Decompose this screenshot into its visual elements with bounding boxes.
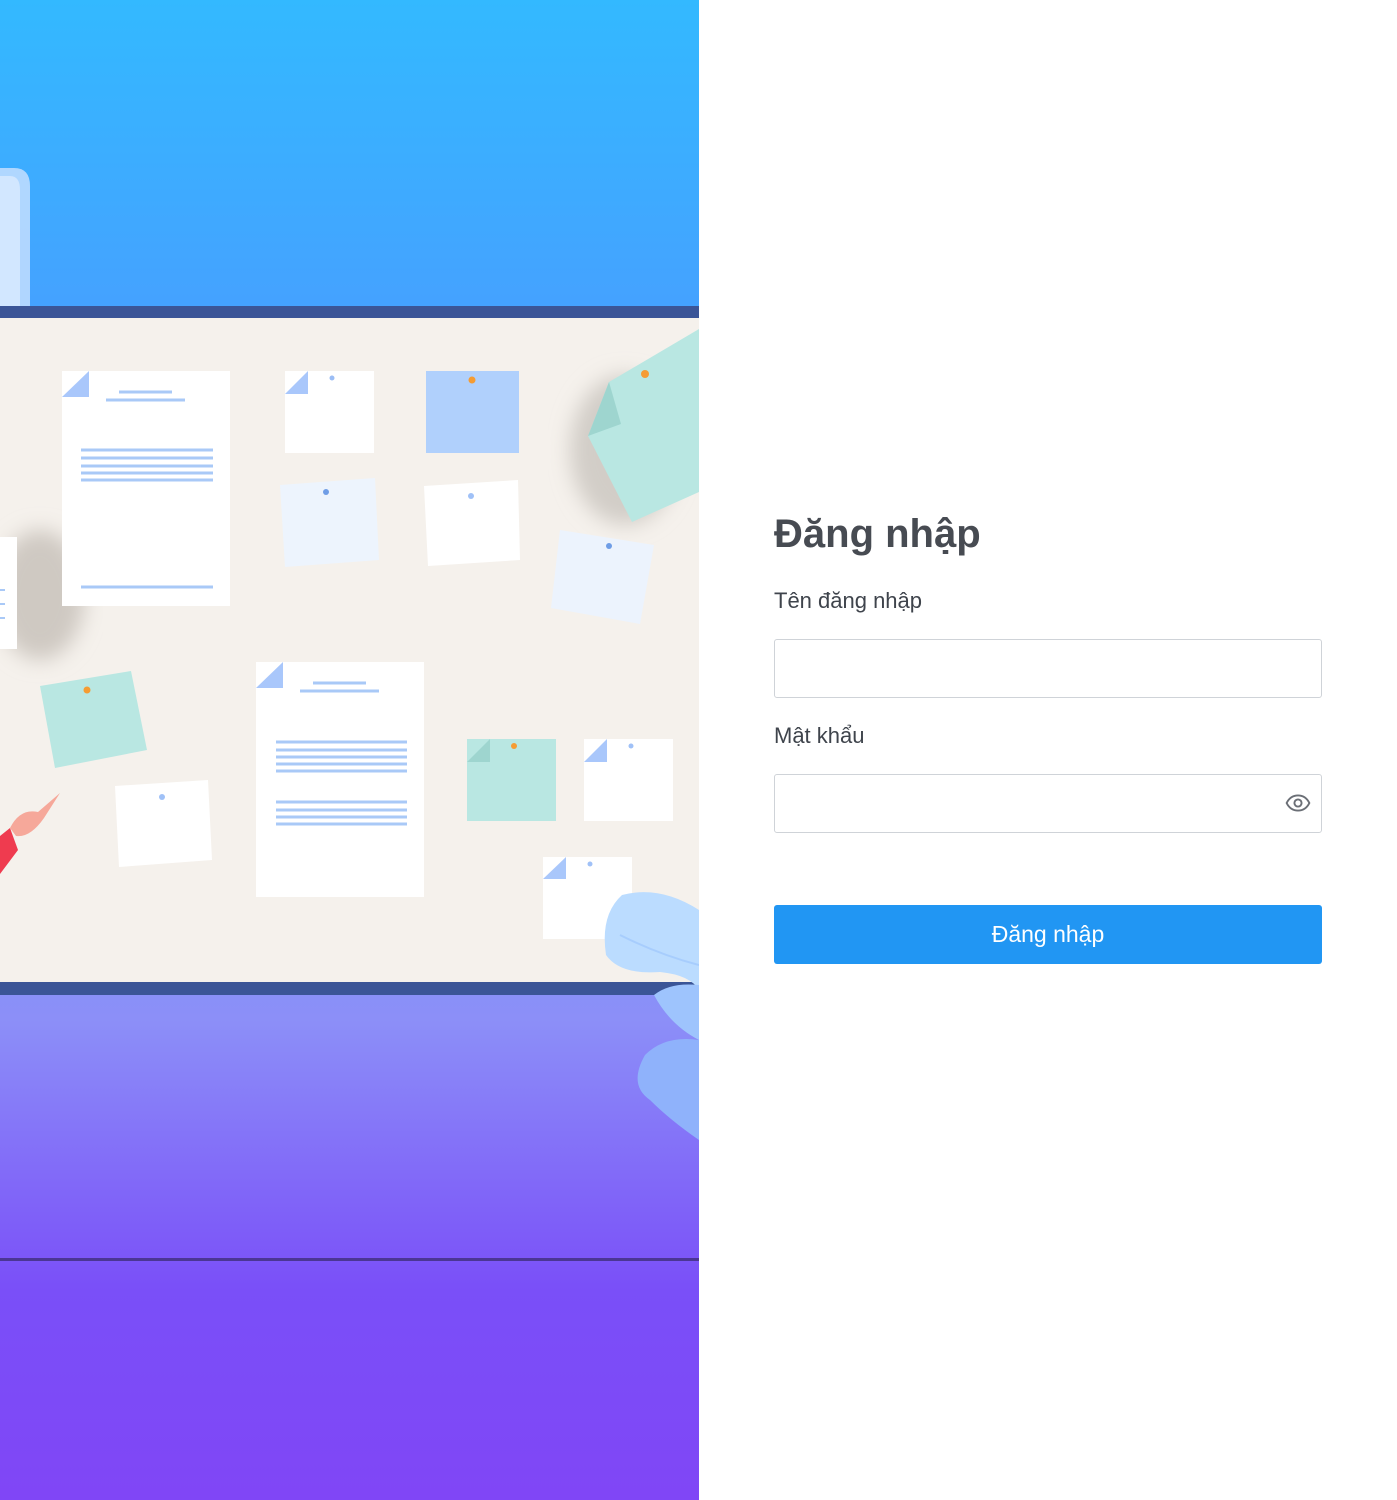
- plant-leaf-3: [637, 1039, 699, 1140]
- note-3: [280, 478, 379, 567]
- paper-edge: [0, 537, 17, 649]
- note-5: [551, 530, 654, 624]
- floor-line: [0, 1258, 699, 1261]
- note-7-pin: [83, 686, 91, 694]
- document-1: [62, 371, 230, 606]
- password-label: Mật khẩu: [774, 723, 865, 748]
- login-page: Đăng nhập Tên đăng nhập Mật khẩu Đăng nh…: [0, 0, 1397, 1500]
- login-form-panel: Đăng nhập Tên đăng nhập Mật khẩu Đăng nh…: [699, 0, 1397, 1500]
- board-bottom-frame: [0, 982, 699, 995]
- plant-leaf-2: [654, 984, 699, 1040]
- note-4-pin: [468, 493, 474, 499]
- board-top-frame: [0, 306, 699, 318]
- illustration-panel: [0, 0, 699, 1500]
- password-input[interactable]: [774, 774, 1322, 833]
- document-2: [256, 662, 424, 897]
- note-1-pin: [329, 375, 335, 381]
- eye-icon[interactable]: [1281, 787, 1315, 819]
- device-edge-inner: [0, 176, 20, 306]
- note-10-pin: [628, 743, 634, 749]
- bulletin-board-illustration: [0, 168, 699, 1261]
- note-8: [115, 780, 212, 867]
- note-9-pin: [511, 743, 517, 749]
- note-2-pin: [468, 376, 476, 384]
- note-3-pin: [323, 489, 329, 495]
- username-input[interactable]: [774, 639, 1322, 698]
- username-label: Tên đăng nhập: [774, 588, 923, 613]
- login-button[interactable]: Đăng nhập: [774, 905, 1322, 964]
- note-6-pin: [641, 370, 649, 378]
- page-title: Đăng nhập: [774, 512, 981, 556]
- note-8-pin: [159, 794, 165, 800]
- note-5-pin: [606, 543, 612, 549]
- note-11-pin: [587, 861, 593, 867]
- note-4: [424, 480, 520, 566]
